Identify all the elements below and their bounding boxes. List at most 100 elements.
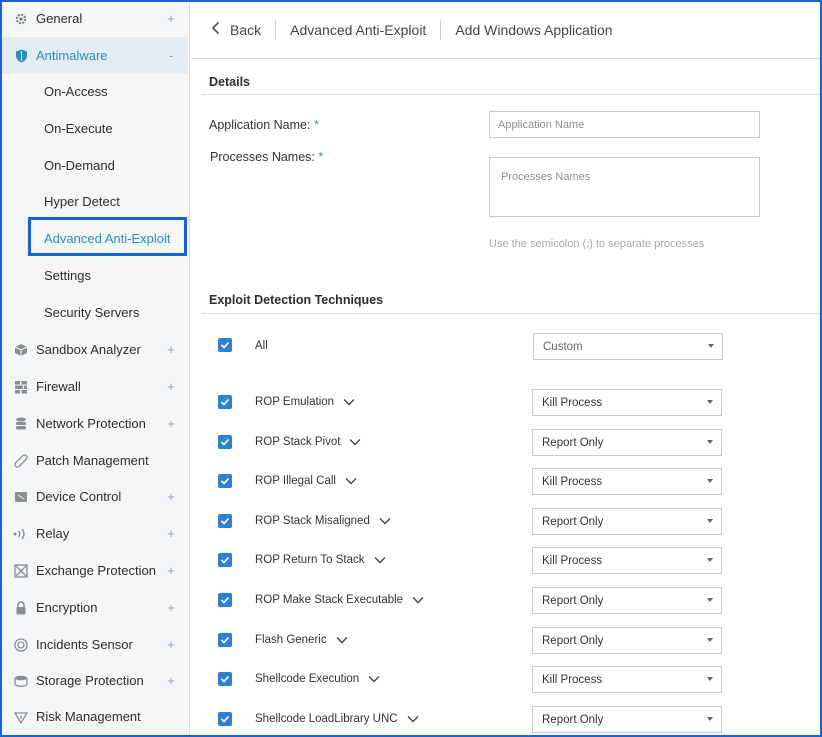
technique-checkbox[interactable]	[218, 712, 232, 726]
technique-action-select[interactable]: Kill Process	[532, 389, 722, 416]
chevron-down-icon[interactable]	[368, 675, 380, 683]
exploit-detection-title: Exploit Detection Techniques	[209, 293, 384, 307]
technique-action-value: Kill Process	[542, 475, 603, 488]
chevron-down-icon[interactable]	[412, 596, 424, 604]
sidebar-subitem-hyper-detect[interactable]: Hyper Detect	[2, 183, 188, 220]
all-action-select[interactable]: Custom	[533, 333, 723, 360]
sidebar-subitem-on-demand[interactable]: On-Demand	[2, 147, 188, 184]
technique-action-select[interactable]: Report Only	[532, 587, 722, 614]
technique-checkbox[interactable]	[218, 593, 232, 607]
processes-names-label: Processes Names: *	[210, 150, 324, 164]
back-button[interactable]: Back	[191, 20, 277, 40]
technique-name: ROP Emulation	[255, 396, 335, 408]
expand-icon[interactable]: +	[164, 342, 178, 357]
application-name-input[interactable]: Application Name	[489, 111, 760, 138]
expand-icon[interactable]: +	[164, 416, 178, 431]
chevron-down-icon[interactable]	[407, 715, 419, 723]
technique-name: Shellcode LoadLibrary UNC	[255, 713, 398, 725]
technique-label[interactable]: ROP Return To Stack	[255, 554, 386, 566]
technique-action-select[interactable]: Kill Process	[532, 468, 722, 495]
lock-icon	[13, 600, 29, 616]
collapse-icon[interactable]: -	[164, 48, 178, 63]
technique-checkbox[interactable]	[218, 633, 232, 647]
technique-label[interactable]: ROP Emulation	[255, 396, 355, 408]
technique-action-value: Kill Process	[542, 396, 603, 409]
sidebar-item-label: Firewall	[36, 379, 81, 394]
technique-action-select[interactable]: Kill Process	[532, 666, 722, 693]
expand-icon[interactable]: +	[164, 600, 178, 615]
technique-action-select[interactable]: Report Only	[532, 706, 722, 733]
expand-icon[interactable]: +	[164, 637, 178, 652]
chevron-down-icon[interactable]	[349, 438, 361, 446]
chevron-down-icon[interactable]	[345, 477, 357, 485]
caret-down-icon	[707, 677, 713, 681]
sidebar-item-storage-protection[interactable]: Storage Protection +	[2, 662, 188, 699]
sidebar-subitem-on-access[interactable]: On-Access	[2, 73, 188, 110]
sidebar-item-encryption[interactable]: Encryption +	[2, 589, 188, 626]
technique-action-select[interactable]: Report Only	[532, 429, 722, 456]
technique-checkbox[interactable]	[218, 435, 232, 449]
sidebar-subitem-security-servers[interactable]: Security Servers	[2, 294, 188, 331]
breadcrumb-advanced-anti-exploit[interactable]: Advanced Anti-Exploit	[276, 20, 442, 40]
technique-action-select[interactable]: Report Only	[532, 508, 722, 535]
technique-label[interactable]: Shellcode Execution	[255, 673, 380, 685]
expand-icon[interactable]: +	[164, 379, 178, 394]
all-checkbox[interactable]	[218, 338, 232, 352]
expand-icon[interactable]: +	[164, 489, 178, 504]
sidebar-item-risk-management[interactable]: Risk Management	[2, 698, 188, 735]
technique-label[interactable]: ROP Illegal Call	[255, 475, 357, 487]
expand-icon[interactable]: +	[164, 11, 178, 26]
sidebar-item-label: Exchange Protection	[36, 563, 156, 578]
expand-icon[interactable]: +	[164, 563, 178, 578]
sidebar-item-label: Relay	[36, 526, 70, 541]
technique-action-select[interactable]: Report Only	[532, 627, 722, 654]
caret-down-icon	[707, 717, 713, 721]
processes-names-textarea[interactable]: Processes Names	[489, 157, 760, 217]
technique-checkbox[interactable]	[218, 514, 232, 528]
chevron-down-icon[interactable]	[379, 517, 391, 525]
chevron-down-icon[interactable]	[343, 398, 355, 406]
technique-name: ROP Return To Stack	[255, 554, 365, 566]
sidebar-subitem-on-execute[interactable]: On-Execute	[2, 110, 188, 147]
sidebar-item-general[interactable]: General +	[2, 2, 188, 37]
technique-checkbox[interactable]	[218, 672, 232, 686]
technique-name: ROP Stack Misaligned	[255, 515, 370, 527]
technique-checkbox[interactable]	[218, 553, 232, 567]
sidebar-item-patch-management[interactable]: Patch Management	[2, 442, 188, 479]
caret-down-icon	[708, 344, 714, 348]
technique-checkbox[interactable]	[218, 474, 232, 488]
expand-icon[interactable]: +	[164, 526, 178, 541]
technique-label[interactable]: Shellcode LoadLibrary UNC	[255, 713, 419, 725]
sidebar-item-relay[interactable]: Relay +	[2, 515, 188, 552]
brick-wall-icon	[13, 379, 29, 395]
technique-label[interactable]: ROP Make Stack Executable	[255, 594, 424, 606]
processes-hint: Use the semicolon (;) to separate proces…	[489, 238, 705, 250]
all-label: All	[255, 340, 268, 352]
technique-label[interactable]: ROP Stack Pivot	[255, 436, 361, 448]
sidebar-item-label: Antimalware	[36, 48, 108, 63]
all-action-value: Custom	[543, 340, 583, 353]
sidebar-item-sandbox-analyzer[interactable]: Sandbox Analyzer +	[2, 331, 188, 368]
technique-action-select[interactable]: Kill Process	[532, 547, 722, 574]
chevron-down-icon[interactable]	[374, 556, 386, 564]
expand-icon[interactable]: +	[164, 673, 178, 688]
sidebar-item-device-control[interactable]: Device Control +	[2, 478, 188, 515]
sidebar-item-label: Patch Management	[36, 453, 149, 468]
technique-name: ROP Stack Pivot	[255, 436, 341, 448]
sidebar-item-incidents-sensor[interactable]: Incidents Sensor +	[2, 626, 188, 663]
exchange-icon	[13, 563, 29, 579]
sidebar-item-exchange-protection[interactable]: Exchange Protection +	[2, 552, 188, 589]
technique-label[interactable]: ROP Stack Misaligned	[255, 515, 391, 527]
sidebar-subitem-settings[interactable]: Settings	[2, 257, 188, 294]
sidebar-item-firewall[interactable]: Firewall +	[2, 368, 188, 405]
sidebar-item-antimalware[interactable]: Antimalware -	[2, 37, 188, 74]
technique-checkbox[interactable]	[218, 395, 232, 409]
technique-action-value: Report Only	[542, 634, 604, 647]
technique-label[interactable]: Flash Generic	[255, 634, 348, 646]
sidebar-item-network-protection[interactable]: Network Protection +	[2, 405, 188, 442]
bandage-icon	[13, 453, 29, 469]
chevron-down-icon[interactable]	[336, 636, 348, 644]
technique-action-value: Kill Process	[542, 673, 603, 686]
caret-down-icon	[707, 400, 713, 404]
caret-down-icon	[707, 638, 713, 642]
